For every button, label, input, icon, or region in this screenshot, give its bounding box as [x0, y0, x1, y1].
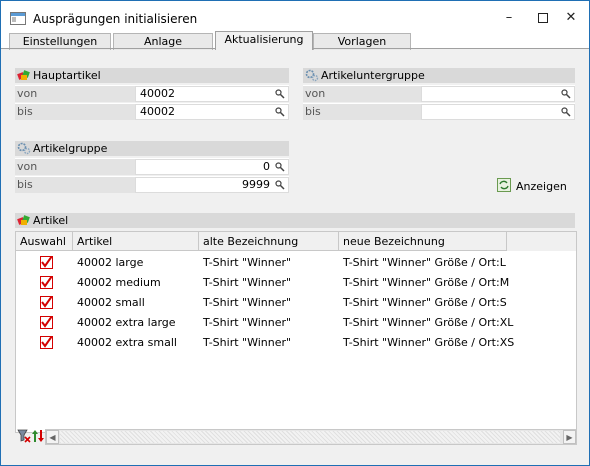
table-row[interactable]: 40002 large T-Shirt "Winner" T-Shirt "Wi…	[16, 253, 576, 273]
artikelgruppe-von-label: von	[17, 160, 38, 173]
artikelgruppe-von-input[interactable]: 0	[135, 159, 289, 175]
app-window-icon	[10, 12, 26, 25]
artikeluntergruppe-bis-input[interactable]	[421, 104, 575, 120]
artikeluntergruppe-bis-row: bis	[303, 103, 575, 120]
window-title: Ausprägungen initialisieren	[33, 12, 198, 26]
hauptartikel-bis-label: bis	[17, 105, 33, 118]
cell-alte-bezeichnung: T-Shirt "Winner"	[203, 296, 292, 309]
hauptartikel-icon	[17, 70, 30, 80]
hauptartikel-von-label: von	[17, 87, 38, 100]
table-header: Auswahl Artikel alte Bezeichnung neue Be…	[16, 232, 576, 251]
checkbox-checked[interactable]	[40, 276, 53, 289]
table-row[interactable]: 40002 extra large T-Shirt "Winner" T-Shi…	[16, 313, 576, 333]
artikelgruppe-von-value: 0	[263, 160, 270, 173]
search-icon[interactable]	[275, 162, 285, 172]
checkbox-checked[interactable]	[40, 336, 53, 349]
artikelgruppe-bis-label: bis	[17, 178, 33, 191]
artikeluntergruppe-von-input[interactable]	[421, 86, 575, 102]
cell-alte-bezeichnung: T-Shirt "Winner"	[203, 256, 292, 269]
artikelgruppe-title: Artikelgruppe	[33, 142, 108, 155]
checkbox-checked[interactable]	[40, 256, 53, 269]
search-icon[interactable]	[275, 107, 285, 117]
cell-artikel: 40002 small	[77, 296, 145, 309]
hauptartikel-bis-input[interactable]: 40002	[135, 104, 289, 120]
table-row[interactable]: 40002 extra small T-Shirt "Winner" T-Shi…	[16, 333, 576, 353]
artikeluntergruppe-header: Artikeluntergruppe	[303, 68, 575, 83]
cell-artikel: 40002 medium	[77, 276, 161, 289]
search-icon[interactable]	[275, 89, 285, 99]
tab-bar: Einstellungen Anlage Aktualisierung Vorl…	[1, 31, 589, 50]
artikel-table[interactable]: Auswahl Artikel alte Bezeichnung neue Be…	[15, 231, 577, 433]
column-header-artikel[interactable]: Artikel	[73, 232, 199, 251]
cell-artikel: 40002 large	[77, 256, 144, 269]
table-row[interactable]: 40002 small T-Shirt "Winner" T-Shirt "Wi…	[16, 293, 576, 313]
hauptartikel-von-row: von 40002	[15, 85, 289, 102]
cell-alte-bezeichnung: T-Shirt "Winner"	[203, 336, 292, 349]
artikeluntergruppe-icon	[305, 69, 319, 82]
sort-icon[interactable]	[31, 429, 45, 443]
artikelgruppe-von-row: von 0	[15, 158, 289, 175]
minimize-icon[interactable]: –	[499, 9, 519, 27]
artikelgruppe-bis-input[interactable]: 9999	[135, 177, 289, 193]
tab-label: Aktualisierung	[224, 33, 304, 46]
artikelgruppe-bis-value: 9999	[242, 178, 270, 191]
column-header-auswahl[interactable]: Auswahl	[16, 232, 73, 251]
hauptartikel-von-input[interactable]: 40002	[135, 86, 289, 102]
artikel-header: Artikel	[15, 213, 575, 228]
cell-neue-bezeichnung: T-Shirt "Winner" Größe / Ort:XL	[343, 316, 514, 329]
artikelgruppe-icon	[17, 142, 31, 155]
artikeluntergruppe-von-row: von	[303, 85, 575, 102]
anzeigen-label: Anzeigen	[516, 180, 567, 193]
checkbox-checked[interactable]	[40, 296, 53, 309]
artikel-title: Artikel	[33, 214, 69, 227]
search-icon[interactable]	[561, 89, 571, 99]
dialog-window: Ausprägungen initialisieren – ✕ Einstell…	[0, 0, 590, 466]
hauptartikel-bis-value: 40002	[140, 105, 175, 118]
search-icon[interactable]	[561, 107, 571, 117]
scroll-left-icon[interactable]: ◀	[46, 430, 59, 444]
cell-neue-bezeichnung: T-Shirt "Winner" Größe / Ort:L	[343, 256, 506, 269]
artikelgruppe-header: Artikelgruppe	[15, 141, 289, 156]
artikel-icon	[17, 215, 30, 225]
cell-alte-bezeichnung: T-Shirt "Winner"	[203, 316, 292, 329]
tab-label: Anlage	[143, 35, 183, 48]
search-icon[interactable]	[275, 180, 285, 190]
hauptartikel-von-value: 40002	[140, 87, 175, 100]
artikeluntergruppe-bis-label: bis	[305, 105, 321, 118]
scroll-right-icon[interactable]: ▶	[563, 430, 576, 444]
cell-neue-bezeichnung: T-Shirt "Winner" Größe / Ort:M	[343, 276, 510, 289]
cell-artikel: 40002 extra small	[77, 336, 177, 349]
column-header-neue-bezeichnung[interactable]: neue Bezeichnung	[339, 232, 507, 251]
hauptartikel-bis-row: bis 40002	[15, 103, 289, 120]
tab-label: Vorlagen	[337, 35, 387, 48]
cell-artikel: 40002 extra large	[77, 316, 176, 329]
column-header-alte-bezeichnung[interactable]: alte Bezeichnung	[199, 232, 339, 251]
checkbox-checked[interactable]	[40, 316, 53, 329]
tab-aktualisierung[interactable]: Aktualisierung	[215, 31, 313, 50]
hauptartikel-header: Hauptartikel	[15, 68, 289, 83]
artikeluntergruppe-von-label: von	[305, 87, 326, 100]
cell-neue-bezeichnung: T-Shirt "Winner" Größe / Ort:XS	[343, 336, 515, 349]
hauptartikel-title: Hauptartikel	[33, 69, 101, 82]
cell-alte-bezeichnung: T-Shirt "Winner"	[203, 276, 292, 289]
artikelgruppe-bis-row: bis 9999	[15, 176, 289, 193]
scroll-track[interactable]	[60, 431, 560, 443]
table-row[interactable]: 40002 medium T-Shirt "Winner" T-Shirt "W…	[16, 273, 576, 293]
horizontal-scrollbar[interactable]: ◀ ▶	[45, 429, 577, 445]
cell-neue-bezeichnung: T-Shirt "Winner" Größe / Ort:S	[343, 296, 507, 309]
artikeluntergruppe-title: Artikeluntergruppe	[321, 69, 425, 82]
filter-clear-icon[interactable]	[17, 429, 31, 443]
refresh-icon	[497, 178, 511, 192]
maximize-icon[interactable]	[533, 9, 553, 27]
close-icon[interactable]: ✕	[561, 9, 581, 27]
tab-label: Einstellungen	[22, 35, 98, 48]
